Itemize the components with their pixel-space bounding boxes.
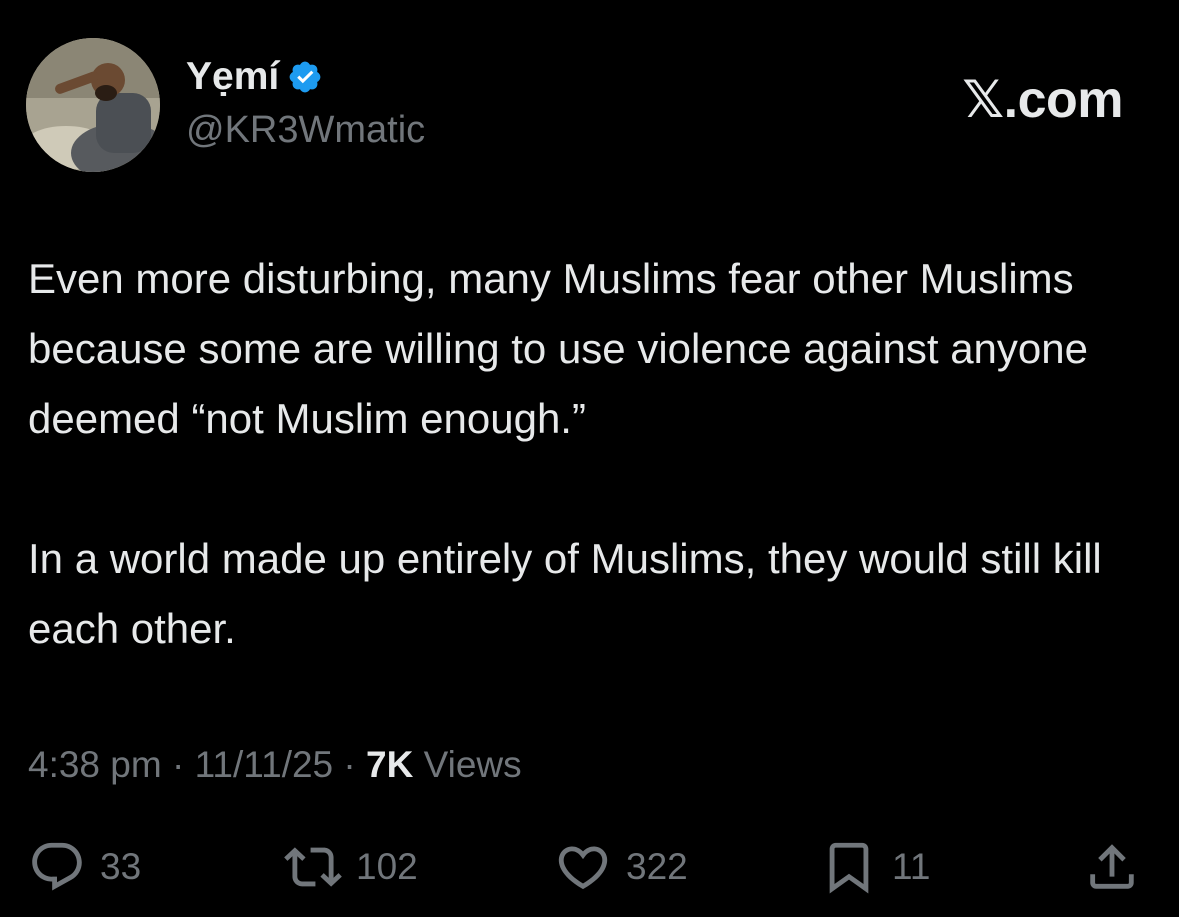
reply-icon — [28, 838, 86, 896]
bookmark-count: 11 — [892, 846, 931, 887]
repost-button[interactable]: 102 — [284, 835, 418, 899]
tweet-body: Even more disturbing, many Muslims fear … — [28, 244, 1158, 664]
views-count: 7K — [366, 744, 414, 785]
repost-count: 102 — [356, 846, 418, 887]
bookmark-icon — [820, 838, 878, 896]
reply-button[interactable]: 33 — [28, 835, 141, 899]
bookmark-button[interactable]: 11 — [820, 835, 930, 899]
brand-watermark: 𝕏.com — [962, 71, 1123, 129]
tweet-time[interactable]: 4:38 pm — [28, 744, 162, 785]
author-name-row[interactable]: Yẹmí — [186, 52, 323, 102]
like-count: 322 — [626, 846, 688, 887]
tweet-date[interactable]: 11/11/25 — [195, 744, 334, 785]
tweet-paragraph: In a world made up entirely of Muslims, … — [28, 535, 1102, 652]
action-bar: 33 102 322 11 — [0, 835, 1179, 899]
avatar[interactable] — [26, 38, 160, 172]
repost-icon — [284, 838, 342, 896]
like-icon — [554, 838, 612, 896]
tweet-paragraph: Even more disturbing, many Muslims fear … — [28, 255, 1088, 442]
meta-separator: · — [161, 744, 195, 785]
views-label: Views — [413, 744, 522, 785]
tweet-meta: 4:38 pm · 11/11/25 · 7K Views — [28, 740, 522, 790]
verified-badge-icon — [287, 59, 323, 95]
display-name[interactable]: Yẹmí — [186, 52, 279, 102]
avatar-photo — [26, 38, 160, 172]
author-handle[interactable]: @KR3Wmatic — [186, 106, 425, 154]
like-button[interactable]: 322 — [554, 835, 688, 899]
meta-separator: · — [333, 744, 367, 785]
share-button[interactable] — [1083, 835, 1141, 899]
share-icon — [1083, 838, 1141, 896]
reply-count: 33 — [100, 846, 142, 887]
